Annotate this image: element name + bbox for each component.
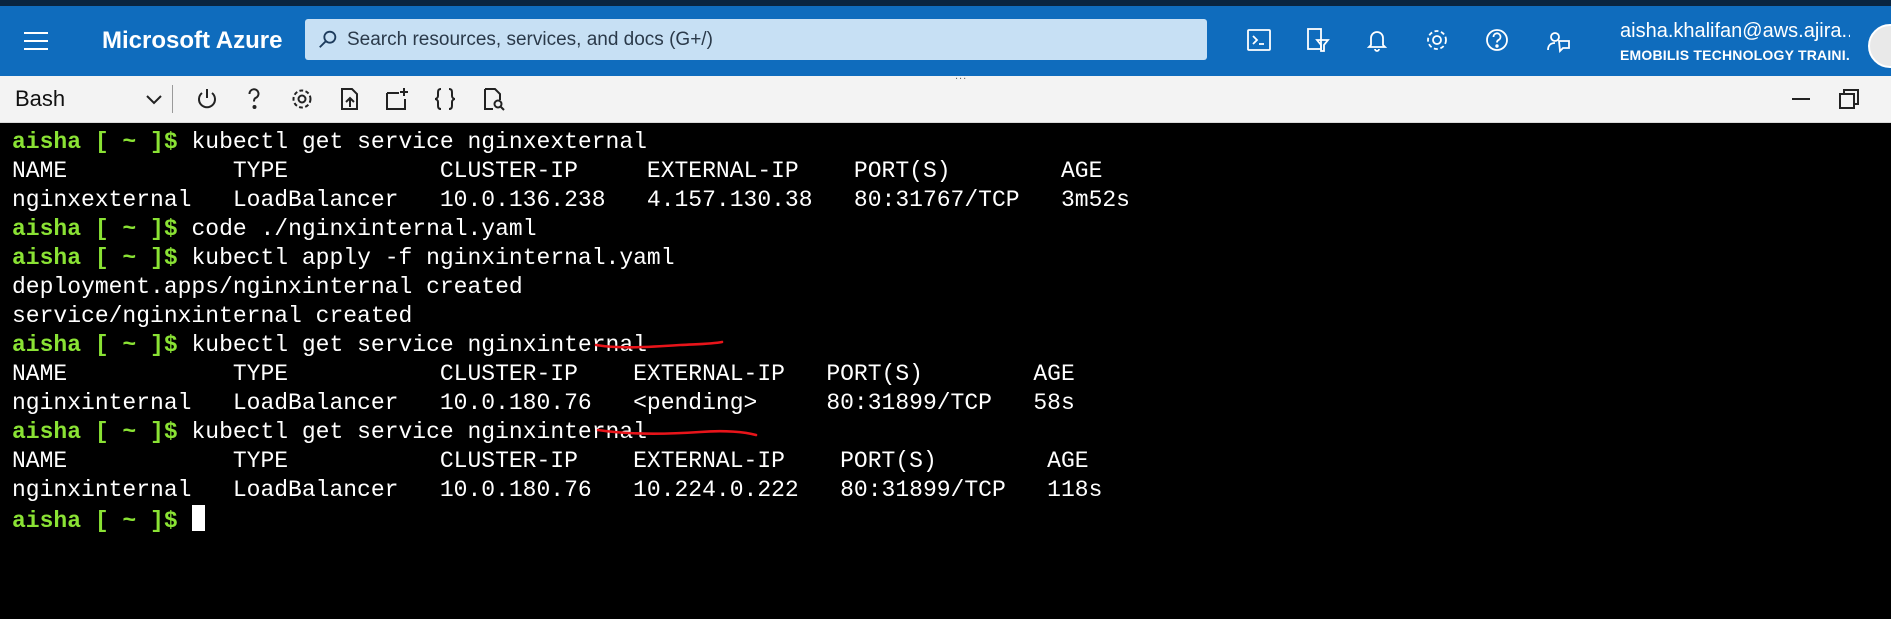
command-text [178, 508, 192, 534]
terminal-command-line: aisha [ ~ ]$ kubectl get service nginxin… [12, 331, 647, 360]
prompt-symbol: $ [163, 245, 178, 271]
resize-grip-icon[interactable]: ... [955, 70, 977, 82]
settings-icon[interactable] [286, 84, 318, 114]
prompt-user: aisha [12, 508, 82, 534]
prompt-user: aisha [12, 129, 82, 155]
global-search[interactable] [305, 19, 1207, 60]
prompt-path: [ ~ ] [94, 245, 164, 271]
editor-icon[interactable] [429, 84, 461, 114]
prompt-symbol: $ [163, 508, 178, 534]
upload-download-icon[interactable] [334, 84, 366, 114]
prompt-user: aisha [12, 419, 82, 445]
terminal-command-line: aisha [ ~ ]$ kubectl apply -f nginxinter… [12, 244, 675, 273]
prompt-path: [ ~ ] [94, 419, 164, 445]
prompt-user: aisha [12, 245, 82, 271]
prompt-path: [ ~ ] [94, 129, 164, 155]
prompt-symbol: $ [163, 332, 178, 358]
maximize-icon[interactable] [1832, 84, 1866, 114]
output-line: nginxinternal LoadBalancer 10.0.180.76 1… [12, 477, 1103, 503]
prompt-path: [ ~ ] [94, 216, 164, 242]
help-icon[interactable] [1480, 23, 1514, 57]
brand-title[interactable]: Microsoft Azure [102, 6, 282, 76]
command-text: code ./nginxinternal.yaml [177, 216, 537, 242]
terminal-command-line: aisha [ ~ ]$ kubectl get service nginxin… [12, 418, 647, 447]
search-input[interactable] [347, 19, 1187, 60]
output-line: deployment.apps/nginxinternal created [12, 274, 523, 300]
web-preview-icon[interactable] [477, 84, 509, 114]
prompt-symbol: $ [163, 129, 178, 155]
prompt-user: aisha [12, 216, 82, 242]
search-icon [319, 30, 337, 48]
azure-top-bar: Microsoft Azure aisha.khalifan@aws.ajira… [0, 0, 1891, 76]
avatar[interactable] [1868, 24, 1891, 68]
command-text: kubectl get service nginxexternal [177, 129, 647, 155]
output-line: nginxexternal LoadBalancer 10.0.136.238 … [12, 187, 1130, 213]
output-line: nginxinternal LoadBalancer 10.0.180.76 <… [12, 390, 1075, 416]
cloud-shell-toolbar: ... Bash [0, 70, 1891, 123]
prompt-path: [ ~ ] [94, 332, 164, 358]
command-text: kubectl get service nginxinternal [177, 419, 647, 445]
terminal-command-line[interactable]: aisha [ ~ ]$ [12, 505, 206, 534]
output-line: NAME TYPE CLUSTER-IP EXTERNAL-IP PORT(S)… [12, 361, 1075, 387]
menu-icon[interactable] [0, 6, 72, 76]
output-line: NAME TYPE CLUSTER-IP EXTERNAL-IP PORT(S)… [12, 158, 1103, 184]
output-line: service/nginxinternal created [12, 303, 413, 329]
prompt-user: aisha [12, 332, 82, 358]
directory-filter-icon[interactable] [1300, 23, 1334, 57]
help-icon[interactable] [238, 84, 270, 114]
command-text: kubectl get service nginxinternal [177, 332, 647, 358]
notifications-icon[interactable] [1360, 23, 1394, 57]
user-email: aisha.khalifan@aws.ajira... [1620, 20, 1850, 42]
settings-icon[interactable] [1420, 23, 1454, 57]
minimize-icon[interactable] [1784, 84, 1818, 114]
account-info[interactable]: aisha.khalifan@aws.ajira... EMOBILIS TEC… [1620, 20, 1850, 63]
cloud-shell-icon[interactable] [1242, 23, 1276, 57]
text-cursor [192, 505, 206, 531]
output-line: NAME TYPE CLUSTER-IP EXTERNAL-IP PORT(S)… [12, 448, 1089, 474]
command-text: kubectl apply -f nginxinternal.yaml [177, 245, 675, 271]
new-session-icon[interactable] [381, 84, 413, 114]
terminal-command-line: aisha [ ~ ]$ kubectl get service nginxex… [12, 128, 647, 157]
user-organization: EMOBILIS TECHNOLOGY TRAINI... [1620, 47, 1850, 63]
chevron-down-icon [146, 95, 162, 105]
feedback-icon[interactable] [1541, 23, 1575, 57]
prompt-path: [ ~ ] [94, 508, 164, 534]
azure-portal-window: Microsoft Azure aisha.khalifan@aws.ajira… [0, 0, 1891, 619]
prompt-symbol: $ [163, 419, 178, 445]
toolbar-divider [172, 85, 173, 113]
terminal-command-line: aisha [ ~ ]$ code ./nginxinternal.yaml [12, 215, 537, 244]
prompt-symbol: $ [163, 216, 178, 242]
terminal[interactable]: aisha [ ~ ]$ kubectl get service nginxex… [0, 123, 1891, 619]
shell-type-label: Bash [15, 86, 66, 111]
shell-type-selector[interactable]: Bash [15, 83, 165, 115]
restart-icon[interactable] [191, 84, 223, 114]
